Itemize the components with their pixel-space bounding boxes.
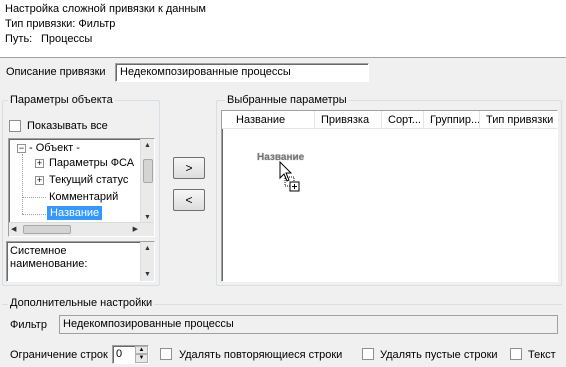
object-params-legend: Параметры объекта xyxy=(8,94,115,107)
column-header-name[interactable]: Название xyxy=(230,111,315,129)
tree-vertical-scrollbar[interactable]: ▲ ▼ xyxy=(140,139,154,224)
column-header-sort[interactable]: Сорт... xyxy=(382,111,424,129)
scroll-up-icon[interactable]: ▲ xyxy=(141,242,154,255)
binding-type: Тип привязки: Фильтр xyxy=(5,18,116,30)
tree-item-comment[interactable]: Комментарий xyxy=(49,190,118,204)
param-description-text: Системное наименование: xyxy=(10,245,88,270)
path-label: Путь: xyxy=(5,33,33,45)
expand-icon[interactable]: + xyxy=(35,159,44,168)
tree-line xyxy=(22,214,46,215)
tree-item-object[interactable]: - Объект - xyxy=(29,141,80,155)
tree-horizontal-scrollbar[interactable]: ◀ ▶ xyxy=(9,222,154,236)
tree-item-current-status[interactable]: Текущий статус xyxy=(49,173,128,187)
tree-item-fsa-params[interactable]: Параметры ФСА xyxy=(49,156,134,170)
remove-empty-checkbox[interactable] xyxy=(362,348,374,360)
column-header-binding-type[interactable]: Тип привязки xyxy=(480,111,557,129)
scroll-up-icon[interactable]: ▲ xyxy=(141,139,154,152)
binding-description-label: Описание привязки xyxy=(6,66,106,78)
text-checkbox[interactable] xyxy=(510,348,522,360)
description-scrollbar[interactable]: ▲ ▼ xyxy=(140,242,154,281)
tree-line xyxy=(22,197,46,198)
filter-label: Фильтр xyxy=(10,319,47,331)
binding-description-input[interactable]: Недекомпозированные процессы xyxy=(115,63,369,82)
show-all-checkbox[interactable] xyxy=(9,120,21,132)
text-label: Текст xyxy=(528,349,556,361)
remove-empty-label: Удалять пустые строки xyxy=(380,349,498,361)
dialog-title: Настройка сложной привязки к данным xyxy=(5,3,206,15)
header-panel: Настройка сложной привязки к данным Тип … xyxy=(0,0,566,58)
filter-field[interactable]: Недекомпозированные процессы xyxy=(59,315,558,334)
selected-params-legend: Выбранные параметры xyxy=(225,94,349,107)
scroll-left-icon[interactable]: ◀ xyxy=(11,225,16,233)
remove-duplicates-label: Удалять повторяющиеся строки xyxy=(179,349,343,361)
row-limit-value[interactable]: 0 xyxy=(116,348,122,361)
row-limit-label: Ограничение строк xyxy=(10,349,108,361)
scroll-right-icon[interactable]: ▶ xyxy=(133,225,138,233)
spin-up-icon[interactable]: ▲ xyxy=(135,346,148,354)
scroll-thumb-horizontal[interactable] xyxy=(23,225,71,234)
column-header-binding[interactable]: Привязка xyxy=(315,111,382,129)
spin-down-icon[interactable]: ▼ xyxy=(135,354,148,363)
extra-settings-legend: Дополнительные настройки xyxy=(8,297,155,310)
drag-copy-cursor-icon xyxy=(279,161,300,192)
remove-param-button[interactable]: < xyxy=(173,189,205,211)
remove-duplicates-checkbox[interactable] xyxy=(160,348,172,360)
selected-params-list[interactable]: Название Привязка Сорт... Группир... Тип… xyxy=(221,110,558,282)
object-tree[interactable]: − - Объект - + Параметры ФСА + Текущий с… xyxy=(8,138,155,237)
column-header-group[interactable]: Группир... xyxy=(424,111,480,129)
expand-icon[interactable]: + xyxy=(35,176,44,185)
scroll-down-icon[interactable]: ▼ xyxy=(141,268,154,281)
scroll-thumb[interactable] xyxy=(143,159,153,183)
show-all-label: Показывать все xyxy=(27,120,108,132)
tree-line xyxy=(22,154,23,214)
path-value: Процессы xyxy=(41,33,93,45)
param-description-box: Системное наименование: ▲ ▼ xyxy=(6,241,155,282)
add-param-button[interactable]: > xyxy=(173,157,205,179)
collapse-icon[interactable]: − xyxy=(17,144,26,153)
list-header: Название Привязка Сорт... Группир... Тип… xyxy=(222,111,557,129)
row-limit-spinner[interactable]: 0 ▲ ▼ xyxy=(112,345,149,364)
tree-item-name-selected[interactable]: Название xyxy=(47,206,103,220)
